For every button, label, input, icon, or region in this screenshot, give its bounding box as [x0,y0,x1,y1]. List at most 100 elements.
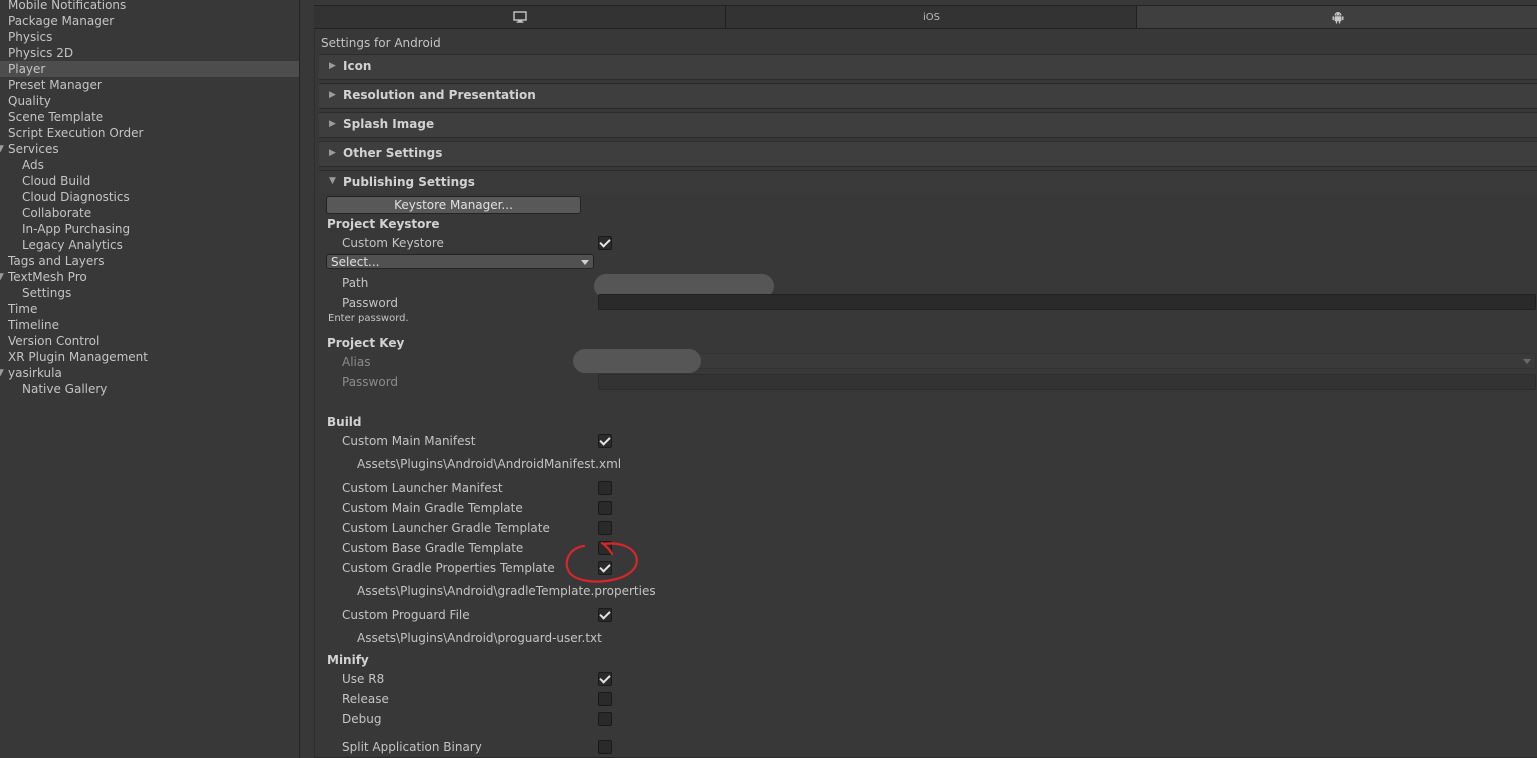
sidebar-item-services[interactable]: ▼ Services [0,141,299,157]
sidebar-item-label: Native Gallery [22,382,108,396]
foldout-resolution[interactable]: ▶ Resolution and Presentation [319,83,1537,109]
sidebar-item-label: Cloud Diagnostics [22,190,130,204]
player-settings-panel: iOS Settings for Android ▶ Icon ▶ Resolu… [300,0,1537,758]
tab-android[interactable] [1136,6,1537,28]
keystore-password-field[interactable] [598,294,1536,310]
foldout-publishing-label: Publishing Settings [343,175,475,189]
sidebar-item-label: Cloud Build [22,174,91,188]
sidebar-item-in-app-purchasing[interactable]: In-App Purchasing [0,221,299,237]
sidebar-item-label: Services [8,142,59,156]
sidebar-item-label: Timeline [8,318,60,332]
dropdown-caret-icon [1523,359,1531,364]
sidebar-item-label: Collaborate [22,206,92,220]
foldout-splash-label: Splash Image [343,117,435,131]
custom-main-manifest-label: Custom Main Manifest [342,434,476,448]
sidebar-item-label: Scene Template [8,110,104,124]
project-settings-sidebar: Mobile Notifications Package Manager Physi… [0,0,300,758]
expand-arrow-icon[interactable]: ▼ [0,269,4,285]
sidebar-item-mobile-notifications[interactable]: Mobile Notifications [0,0,299,13]
sidebar-item-preset-manager[interactable]: Preset Manager [0,77,299,93]
custom-proguard-checkbox[interactable] [598,608,612,622]
foldout-other-label: Other Settings [343,146,443,160]
release-label: Release [342,692,389,706]
password-label: Password [342,296,399,310]
sidebar-item-yasirkula[interactable]: ▼ yasirkula [0,365,299,381]
sidebar-item-label: Quality [8,94,51,108]
foldout-collapsed-icon: ▶ [329,148,336,158]
sidebar-item-label: yasirkula [8,366,62,380]
sidebar-item-label: XR Plugin Management [8,350,148,364]
foldout-icon[interactable]: ▶ Icon [319,54,1537,80]
foldout-other[interactable]: ▶ Other Settings [319,141,1537,167]
sidebar-item-package-manager[interactable]: Package Manager [0,13,299,29]
keystore-select-value: Select... [331,255,380,269]
sidebar-item-native-gallery[interactable]: Native Gallery [0,381,299,397]
expand-arrow-icon[interactable]: ▼ [0,141,4,157]
custom-keystore-label: Custom Keystore [342,236,444,250]
sidebar-item-label: Physics [8,30,53,44]
sidebar-item-physics-2d[interactable]: Physics 2D [0,45,299,61]
sidebar-item-label: Version Control [8,334,100,348]
release-checkbox[interactable] [598,692,612,706]
sidebar-item-label: Script Execution Order [8,126,144,140]
dropdown-caret-icon [581,260,589,265]
sidebar-item-label: Mobile Notifications [8,0,127,12]
custom-base-gradle-label: Custom Base Gradle Template [342,541,524,555]
keystore-select-dropdown[interactable]: Select... [326,254,594,269]
foldout-icon-label: Icon [343,59,372,73]
sidebar-item-label: Legacy Analytics [22,238,123,252]
red-circle-annotation [565,541,638,583]
tab-ios[interactable]: iOS [725,6,1137,28]
sidebar-item-ads[interactable]: Ads [0,157,299,173]
custom-main-gradle-checkbox[interactable] [598,501,612,515]
foldout-publishing[interactable]: ▼ Publishing Settings [319,170,1537,193]
foldout-collapsed-icon: ▶ [329,90,336,100]
custom-proguard-label: Custom Proguard File [342,608,470,622]
key-password-field[interactable] [598,374,1536,390]
sidebar-item-label: Preset Manager [8,78,102,92]
tab-standalone[interactable] [314,6,725,28]
sidebar-item-textmesh-pro[interactable]: ▼ TextMesh Pro [0,269,299,285]
sidebar-item-physics[interactable]: Physics [0,29,299,45]
split-binary-label: Split Application Binary [342,740,482,754]
sidebar-item-label: Physics 2D [8,46,74,60]
custom-launcher-gradle-label: Custom Launcher Gradle Template [342,521,550,535]
foldout-splash[interactable]: ▶ Splash Image [319,112,1537,138]
sidebar-item-settings[interactable]: Settings [0,285,299,301]
use-r8-label: Use R8 [342,672,385,686]
sidebar-item-label: Settings [22,286,72,300]
expand-arrow-icon[interactable]: ▼ [0,365,4,381]
sidebar-item-timeline[interactable]: Timeline [0,317,299,333]
sidebar-item-player[interactable]: Player [0,61,299,77]
custom-launcher-gradle-checkbox[interactable] [598,521,612,535]
custom-main-manifest-checkbox[interactable] [598,434,612,448]
keystore-manager-button[interactable]: Keystore Manager... [326,196,581,214]
custom-launcher-manifest-checkbox[interactable] [598,481,612,495]
proguard-path: Assets\Plugins\Android\proguard-user.txt [357,631,602,645]
sidebar-item-cloud-diagnostics[interactable]: Cloud Diagnostics [0,189,299,205]
foldout-collapsed-icon: ▶ [329,61,336,71]
tab-ios-label: iOS [923,11,940,23]
sidebar-item-label: Ads [22,158,44,172]
sidebar-item-version-control[interactable]: Version Control [0,333,299,349]
split-binary-checkbox[interactable] [598,740,612,754]
sidebar-item-tags-and-layers[interactable]: Tags and Layers [0,253,299,269]
sidebar-item-collaborate[interactable]: Collaborate [0,205,299,221]
sidebar-item-quality[interactable]: Quality [0,93,299,109]
use-r8-checkbox[interactable] [598,672,612,686]
sidebar-item-scene-template[interactable]: Scene Template [0,109,299,125]
custom-keystore-checkbox[interactable] [598,236,612,250]
sidebar-item-label: Time [8,302,38,316]
debug-checkbox[interactable] [598,712,612,726]
alias-dropdown[interactable] [598,353,1536,369]
settings-for-label: Settings for Android [321,36,441,50]
project-keystore-header: Project Keystore [327,217,440,231]
monitor-icon [512,11,527,23]
project-key-header: Project Key [327,336,405,350]
redacted-alias [573,349,701,373]
sidebar-item-script-execution-order[interactable]: Script Execution Order [0,125,299,141]
sidebar-item-legacy-analytics[interactable]: Legacy Analytics [0,237,299,253]
sidebar-item-time[interactable]: Time [0,301,299,317]
sidebar-item-xr-plugin-management[interactable]: XR Plugin Management [0,349,299,365]
sidebar-item-cloud-build[interactable]: Cloud Build [0,173,299,189]
